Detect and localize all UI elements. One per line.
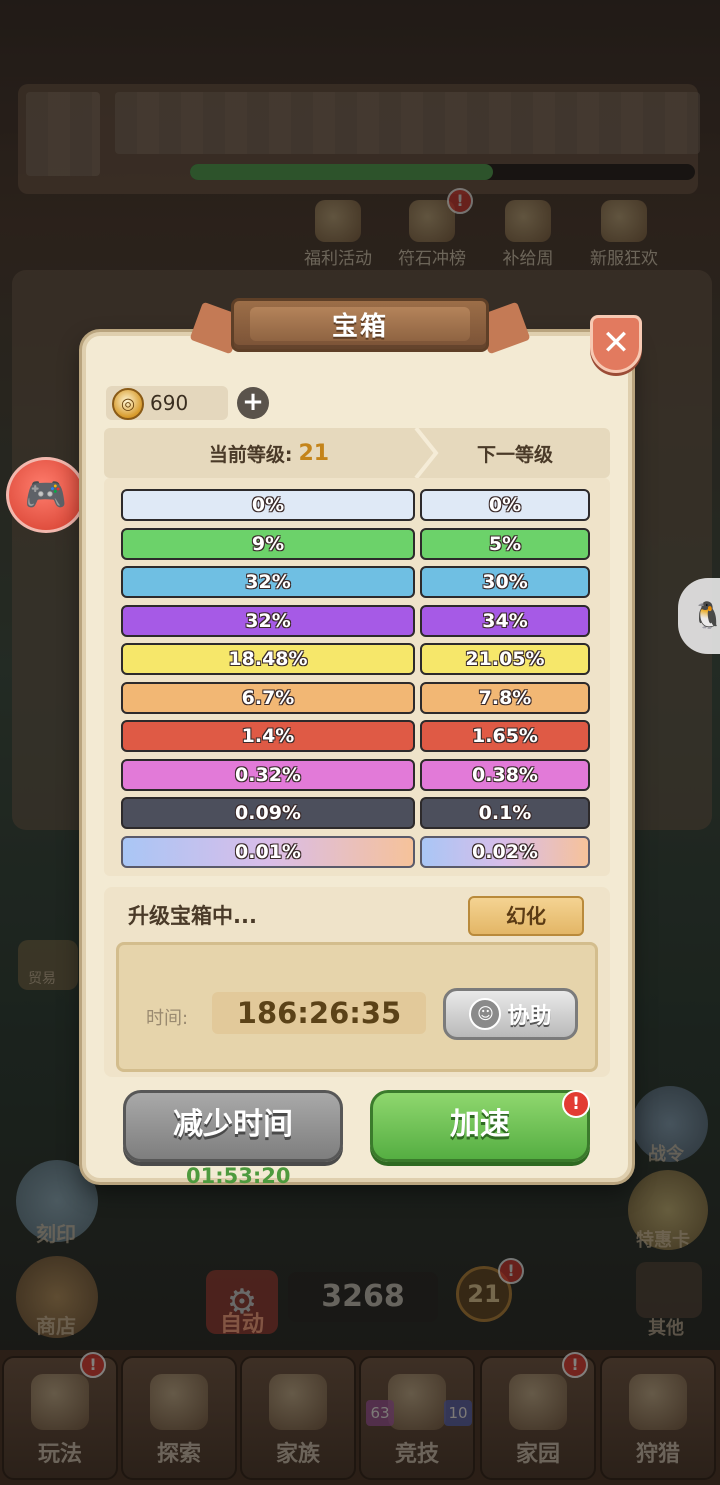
current-level-value: 21: [298, 440, 330, 466]
rate-next-2: 5%: [420, 527, 590, 560]
rate-current-7: 1.4%: [121, 720, 415, 752]
rate-current-9: 0.09%: [121, 797, 415, 829]
assist-label: 协助: [507, 1004, 552, 1029]
rate-current-4: 32%: [121, 604, 415, 637]
next-level-label: 下一等级: [476, 443, 553, 466]
reduce-cooldown: 01:53:20: [186, 1164, 291, 1188]
morph-button[interactable]: 幻化: [468, 896, 584, 936]
modal-title: 宝箱: [250, 307, 470, 342]
qq-penguin-icon[interactable]: 🐧: [678, 578, 720, 654]
compass-coin-icon: ◎: [112, 388, 144, 420]
rate-next-6: 7.8%: [420, 681, 590, 714]
reduce-time-button[interactable]: 减少时间: [123, 1090, 343, 1162]
rate-current-10: 0.01%: [121, 835, 415, 868]
rate-current-8: 0.32%: [121, 758, 415, 791]
speed-up-button[interactable]: 加速: [370, 1090, 590, 1162]
currency-value: 690: [150, 391, 189, 415]
rate-current-2: 9%: [121, 527, 415, 560]
add-currency-button[interactable]: +: [237, 387, 269, 419]
rate-next-10: 0.02%: [420, 835, 590, 868]
rate-next-3: 30%: [420, 566, 590, 598]
assist-avatar-icon: ☺: [469, 998, 502, 1030]
close-icon[interactable]: ✕: [590, 315, 642, 373]
rate-next-1: 0%: [420, 489, 590, 521]
rate-next-9: 0.1%: [420, 797, 590, 829]
rate-next-4: 34%: [420, 604, 590, 637]
rate-current-5: 18.48%: [121, 643, 415, 675]
current-level: 当前等级: 21: [104, 428, 434, 478]
rate-current-6: 6.7%: [121, 681, 415, 714]
rate-next-8: 0.38%: [420, 758, 590, 791]
assist-button[interactable]: ☺ 协助: [443, 988, 578, 1040]
current-level-label: 当前等级:: [208, 443, 293, 466]
gamepad-icon[interactable]: 🎮: [6, 457, 86, 533]
rate-current-1: 0%: [121, 489, 415, 521]
modal-title-banner: 宝箱: [189, 298, 531, 358]
rate-next-5: 21.05%: [420, 643, 590, 675]
upgrade-timer: 186:26:35: [212, 992, 426, 1034]
upgrade-status: 升级宝箱中...: [128, 904, 257, 928]
rate-current-3: 32%: [121, 566, 415, 598]
time-label: 时间:: [146, 1008, 189, 1029]
rate-next-7: 1.65%: [420, 720, 590, 752]
speed-up-badge: !: [562, 1090, 590, 1118]
